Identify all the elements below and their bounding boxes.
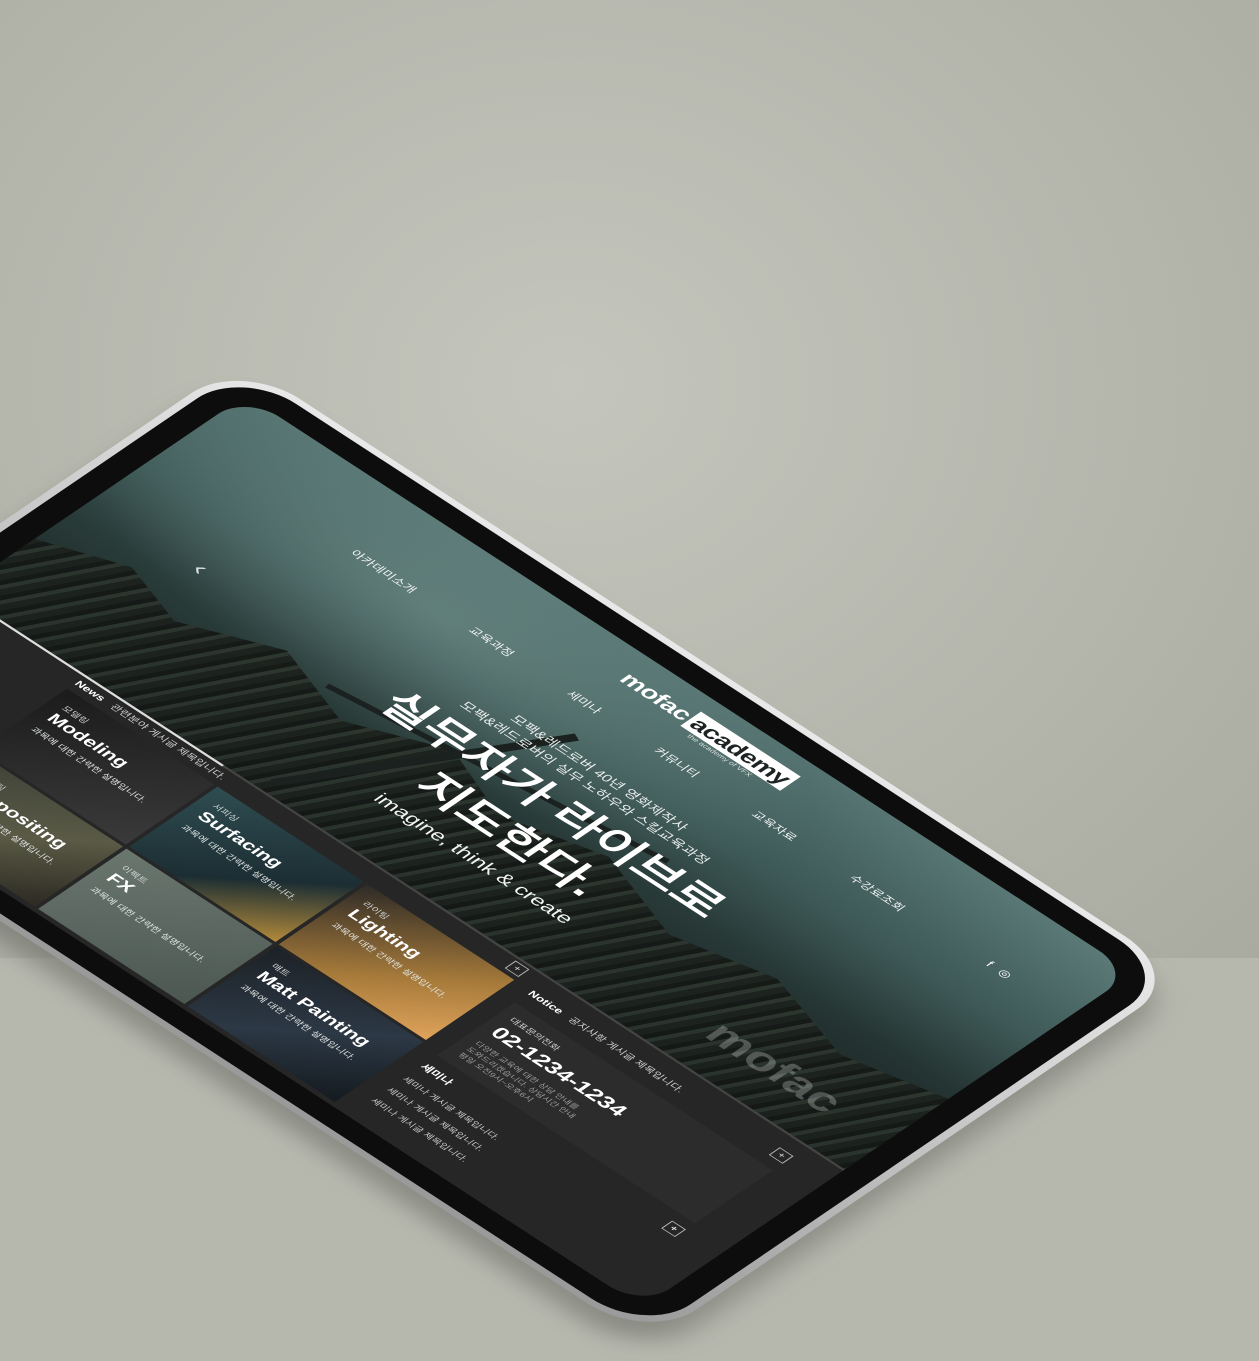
instagram-icon[interactable]: ◎	[994, 967, 1015, 981]
menu-item-seminar[interactable]: 세미나	[563, 687, 607, 716]
menu-item-tuition[interactable]: 수강료조회	[846, 871, 911, 914]
menu-item-courses[interactable]: 교육과정	[465, 624, 519, 660]
tablet-mockup: mofacacademy the academy of VFX 아카데미소개 교…	[0, 0, 1259, 1361]
menu-item-community[interactable]: 커뮤니티	[650, 744, 704, 780]
menu-item-about[interactable]: 아카데미소개	[347, 547, 422, 596]
facebook-icon[interactable]: f	[983, 959, 996, 969]
social-icons: f ◎	[983, 959, 1015, 981]
menu-item-materials[interactable]: 교육자료	[748, 808, 802, 844]
tablet-device: mofacacademy the academy of VFX 아카데미소개 교…	[0, 360, 1186, 1361]
slider-prev-icon[interactable]: ‹	[185, 559, 215, 579]
